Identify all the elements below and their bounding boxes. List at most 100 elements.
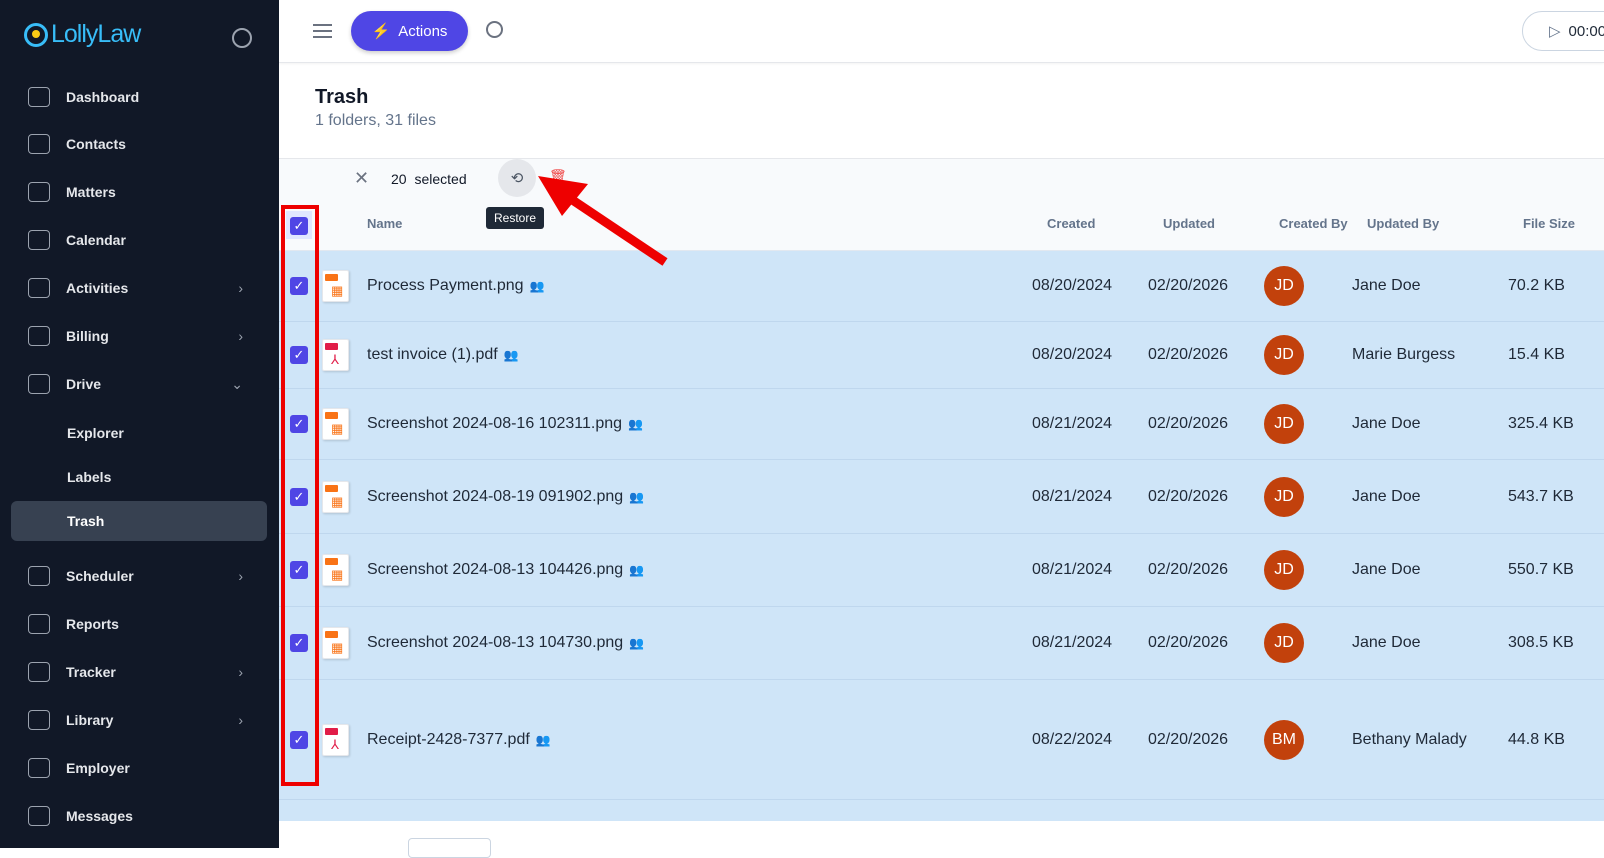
file-name[interactable]: Screenshot 2024-08-13 104730.png 👥 [367,634,644,652]
avatar: JD [1264,335,1304,375]
header-file-size[interactable]: File Size [1523,216,1575,231]
file-size: 550.7 KB [1508,561,1574,578]
row-checkbox[interactable]: ✓ [290,561,308,579]
sidebar-item-label: Messages [66,808,133,824]
updated-by: Marie Burgess [1352,346,1456,363]
header-updated-by[interactable]: Updated By [1367,216,1439,231]
table-row[interactable]: ✓ ⅄ test invoice (1).pdf 👥 08/20/2024 02/… [279,322,1604,389]
chart-icon [28,278,50,298]
file-name[interactable]: test invoice (1).pdf 👥 [367,346,519,364]
file-name[interactable]: Screenshot 2024-08-16 102311.png 👥 [367,415,643,433]
sidebar-item-billing[interactable]: Billing › [0,316,279,356]
avatar: JD [1264,404,1304,444]
menu-icon[interactable] [313,24,332,38]
briefcase-icon [28,182,50,202]
pdf-file-icon: ⅄ [322,723,349,756]
shared-icon: 👥 [535,732,551,747]
updated-date: 02/20/2026 [1148,634,1229,651]
file-name[interactable]: Receipt-2428-7377.pdf 👥 [367,731,551,749]
created-date: 08/21/2024 [1032,561,1113,578]
updated-by: Bethany Malady [1352,730,1467,748]
sidebar-item-tracker[interactable]: Tracker › [0,652,279,692]
table-row[interactable]: ✓ ▦ Screenshot 2024-08-16 102311.png 👥 08… [279,389,1604,460]
search-icon[interactable] [486,21,503,38]
sidebar: LollyLaw Dashboard Contacts Matters Calenda… [0,0,279,848]
row-checkbox[interactable]: ✓ [290,487,308,506]
header-created-by[interactable]: Created By [1279,216,1348,231]
brand-name: LollyLaw [51,20,141,48]
row-checkbox[interactable]: ✓ [290,730,308,749]
file-name-text: Receipt-2428-7377.pdf [367,730,530,748]
sidebar-item-reports[interactable]: Reports [0,604,279,644]
created-date: 08/21/2024 [1032,415,1113,432]
clear-selection-icon[interactable]: ✕ [354,168,369,189]
row-checkbox[interactable]: ✓ [290,415,308,433]
file-size: 15.4 KB [1508,346,1565,363]
table-row[interactable]: ✓ ▦ Process Payment.png 👥 08/20/2024 02/2… [279,251,1604,322]
header-created[interactable]: Created [1047,216,1095,231]
file-name[interactable]: Screenshot 2024-08-19 091902.png 👥 [367,488,644,506]
table-row[interactable]: ✓ ▦ Screenshot 2024-08-19 091902.png 👥 08… [279,460,1604,534]
clock-icon [28,566,50,586]
shared-icon: 👥 [629,636,645,650]
sidebar-item-matters[interactable]: Matters [0,172,279,212]
sidebar-item-scheduler[interactable]: Scheduler › [0,556,279,596]
calendar-icon [28,230,50,250]
page-title: Trash [315,86,369,108]
home-icon [28,87,50,107]
created-date: 08/22/2024 [1032,730,1113,748]
image-file-icon: ▦ [322,270,349,302]
selected-label: selected [414,171,467,187]
row-checkbox[interactable]: ✓ [290,277,308,295]
sidebar-subitem-explorer[interactable]: Explorer [0,425,279,441]
sidebar-item-activities[interactable]: Activities › [0,268,279,308]
created-date: 08/20/2024 [1032,277,1113,294]
avatar: JD [1264,550,1304,590]
image-file-icon: ▦ [322,627,349,659]
sidebar-item-drive[interactable]: Drive ⌄ [0,364,279,404]
file-name-text: Screenshot 2024-08-19 091902.png [367,487,624,505]
sidebar-item-label: Scheduler [66,568,134,584]
image-file-icon: ▦ [322,408,349,440]
account-icon[interactable] [232,28,252,48]
sidebar-item-label: Drive [66,376,102,392]
file-name-text: Screenshot 2024-08-13 104426.png [367,561,624,578]
sidebar-item-messages[interactable]: Messages [0,796,279,836]
timer-button[interactable]: ▷ 00:00 [1522,11,1604,51]
sidebar-item-contacts[interactable]: Contacts [0,124,279,164]
timer-value: 00:00 [1568,22,1604,40]
shared-icon: 👥 [629,563,645,577]
sidebar-item-library[interactable]: Library › [0,700,279,740]
actions-button[interactable]: ⚡ Actions [351,11,468,51]
table-row[interactable]: ✓ ▦ Screenshot 2024-08-13 104730.png 👥 08… [279,607,1604,680]
sidebar-subitem-trash[interactable]: Trash [11,501,267,541]
table-row[interactable]: ✓ ▦ Screenshot 2024-08-13 104426.png 👥 08… [279,534,1604,607]
header-updated[interactable]: Updated [1163,216,1215,231]
shared-icon: 👥 [529,279,545,293]
chevron-right-icon: › [238,664,243,680]
updated-date: 02/20/2026 [1148,487,1229,505]
sidebar-item-label: Dashboard [66,89,140,105]
sidebar-subitem-labels[interactable]: Labels [0,469,279,485]
row-checkbox[interactable]: ✓ [290,634,308,652]
select-all-checkbox[interactable]: ✓ [290,217,308,235]
created-date: 08/21/2024 [1032,634,1113,651]
created-date: 08/20/2024 [1032,346,1113,363]
play-icon: ▷ [1549,23,1561,40]
actions-label: Actions [398,22,448,40]
sidebar-item-label: Activities [66,280,129,296]
sidebar-item-employer[interactable]: Employer [0,748,279,788]
file-size: 543.7 KB [1508,487,1574,505]
file-name[interactable]: Screenshot 2024-08-13 104426.png 👥 [367,561,644,579]
sidebar-item-dashboard[interactable]: Dashboard [0,77,279,117]
table-row[interactable]: ✓ ⅄ Receipt-2428-7377.pdf 👥 08/22/2024 02… [279,680,1604,800]
pagination-control[interactable] [408,838,491,858]
logo[interactable]: LollyLaw [24,20,141,49]
pdf-file-icon: ⅄ [322,339,349,371]
header-name[interactable]: Name [367,216,402,231]
building-icon [28,758,50,778]
sidebar-item-calendar[interactable]: Calendar [0,220,279,260]
file-name-text: Screenshot 2024-08-16 102311.png [367,415,623,432]
file-name[interactable]: Process Payment.png 👥 [367,277,544,295]
row-checkbox[interactable]: ✓ [290,346,308,364]
